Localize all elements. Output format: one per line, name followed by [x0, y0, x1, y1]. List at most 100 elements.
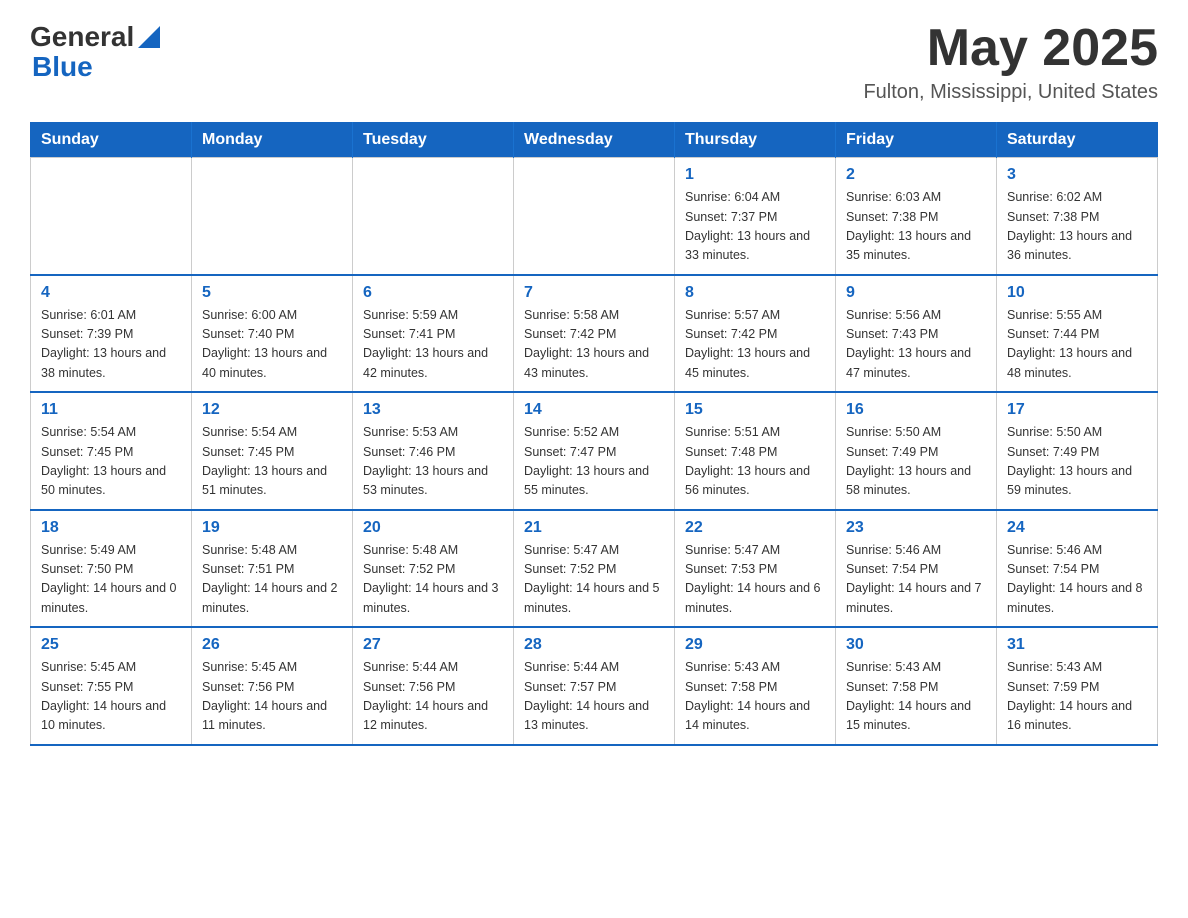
- calendar-cell: 22 Sunrise: 5:47 AM Sunset: 7:53 PM Dayli…: [675, 510, 836, 628]
- day-number: 22: [685, 519, 825, 537]
- day-info: Sunrise: 5:43 AM Sunset: 7:59 PM Dayligh…: [1007, 658, 1147, 736]
- weekday-header-monday: Monday: [192, 123, 353, 158]
- header-right: May 2025 Fulton, Mississippi, United Sta…: [863, 20, 1158, 104]
- day-number: 2: [846, 166, 986, 184]
- day-number: 19: [202, 519, 342, 537]
- day-info: Sunrise: 5:45 AM Sunset: 7:55 PM Dayligh…: [41, 658, 181, 736]
- calendar-cell: 18 Sunrise: 5:49 AM Sunset: 7:50 PM Dayli…: [31, 510, 192, 628]
- calendar-cell: 30 Sunrise: 5:43 AM Sunset: 7:58 PM Dayli…: [836, 627, 997, 745]
- calendar-cell: 17Sunrise: 5:50 AM Sunset: 7:49 PM Dayli…: [997, 392, 1158, 510]
- day-info: Sunrise: 5:50 AM Sunset: 7:49 PM Dayligh…: [846, 423, 986, 501]
- day-info: Sunrise: 5:48 AM Sunset: 7:52 PM Dayligh…: [363, 541, 503, 619]
- day-number: 24: [1007, 519, 1147, 537]
- day-info: Sunrise: 5:48 AM Sunset: 7:51 PM Dayligh…: [202, 541, 342, 619]
- day-info: Sunrise: 5:44 AM Sunset: 7:57 PM Dayligh…: [524, 658, 664, 736]
- calendar-cell: 27 Sunrise: 5:44 AM Sunset: 7:56 PM Dayli…: [353, 627, 514, 745]
- calendar-week-row: 1 Sunrise: 6:04 AM Sunset: 7:37 PM Daylig…: [31, 158, 1158, 275]
- day-number: 30: [846, 636, 986, 654]
- day-number: 10: [1007, 284, 1147, 302]
- day-info: Sunrise: 5:58 AM Sunset: 7:42 PM Dayligh…: [524, 306, 664, 384]
- day-info: Sunrise: 5:50 AM Sunset: 7:49 PM Dayligh…: [1007, 423, 1147, 501]
- day-number: 18: [41, 519, 181, 537]
- day-number: 6: [363, 284, 503, 302]
- day-info: Sunrise: 5:53 AM Sunset: 7:46 PM Dayligh…: [363, 423, 503, 501]
- day-info: Sunrise: 6:04 AM Sunset: 7:37 PM Dayligh…: [685, 188, 825, 266]
- day-info: Sunrise: 6:03 AM Sunset: 7:38 PM Dayligh…: [846, 188, 986, 266]
- day-number: 3: [1007, 166, 1147, 184]
- day-info: Sunrise: 5:54 AM Sunset: 7:45 PM Dayligh…: [41, 423, 181, 501]
- day-number: 29: [685, 636, 825, 654]
- calendar-cell: [31, 158, 192, 275]
- calendar-cell: 28 Sunrise: 5:44 AM Sunset: 7:57 PM Dayli…: [514, 627, 675, 745]
- day-info: Sunrise: 6:01 AM Sunset: 7:39 PM Dayligh…: [41, 306, 181, 384]
- calendar-cell: 9 Sunrise: 5:56 AM Sunset: 7:43 PM Daylig…: [836, 275, 997, 393]
- weekday-header-tuesday: Tuesday: [353, 123, 514, 158]
- calendar-week-row: 11Sunrise: 5:54 AM Sunset: 7:45 PM Dayli…: [31, 392, 1158, 510]
- calendar-cell: 24 Sunrise: 5:46 AM Sunset: 7:54 PM Dayli…: [997, 510, 1158, 628]
- calendar-table: SundayMondayTuesdayWednesdayThursdayFrid…: [30, 122, 1158, 746]
- day-info: Sunrise: 5:44 AM Sunset: 7:56 PM Dayligh…: [363, 658, 503, 736]
- day-info: Sunrise: 5:47 AM Sunset: 7:53 PM Dayligh…: [685, 541, 825, 619]
- calendar-week-row: 4 Sunrise: 6:01 AM Sunset: 7:39 PM Daylig…: [31, 275, 1158, 393]
- day-number: 27: [363, 636, 503, 654]
- calendar-cell: [353, 158, 514, 275]
- day-info: Sunrise: 5:54 AM Sunset: 7:45 PM Dayligh…: [202, 423, 342, 501]
- calendar-week-row: 25 Sunrise: 5:45 AM Sunset: 7:55 PM Dayli…: [31, 627, 1158, 745]
- day-number: 9: [846, 284, 986, 302]
- calendar-cell: 29 Sunrise: 5:43 AM Sunset: 7:58 PM Dayli…: [675, 627, 836, 745]
- calendar-cell: 8 Sunrise: 5:57 AM Sunset: 7:42 PM Daylig…: [675, 275, 836, 393]
- calendar-cell: 1 Sunrise: 6:04 AM Sunset: 7:37 PM Daylig…: [675, 158, 836, 275]
- calendar-cell: 7 Sunrise: 5:58 AM Sunset: 7:42 PM Daylig…: [514, 275, 675, 393]
- day-number: 14: [524, 401, 664, 419]
- calendar-cell: [514, 158, 675, 275]
- day-info: Sunrise: 5:52 AM Sunset: 7:47 PM Dayligh…: [524, 423, 664, 501]
- day-info: Sunrise: 5:47 AM Sunset: 7:52 PM Dayligh…: [524, 541, 664, 619]
- day-number: 4: [41, 284, 181, 302]
- day-info: Sunrise: 6:00 AM Sunset: 7:40 PM Dayligh…: [202, 306, 342, 384]
- day-number: 28: [524, 636, 664, 654]
- day-info: Sunrise: 5:57 AM Sunset: 7:42 PM Dayligh…: [685, 306, 825, 384]
- location-text: Fulton, Mississippi, United States: [863, 81, 1158, 104]
- day-number: 15: [685, 401, 825, 419]
- day-number: 5: [202, 284, 342, 302]
- logo-triangle-icon: [138, 26, 160, 48]
- day-number: 7: [524, 284, 664, 302]
- weekday-header-thursday: Thursday: [675, 123, 836, 158]
- day-info: Sunrise: 5:56 AM Sunset: 7:43 PM Dayligh…: [846, 306, 986, 384]
- calendar-cell: 15Sunrise: 5:51 AM Sunset: 7:48 PM Dayli…: [675, 392, 836, 510]
- calendar-cell: 14 Sunrise: 5:52 AM Sunset: 7:47 PM Dayli…: [514, 392, 675, 510]
- calendar-cell: 12 Sunrise: 5:54 AM Sunset: 7:45 PM Dayli…: [192, 392, 353, 510]
- calendar-cell: 6 Sunrise: 5:59 AM Sunset: 7:41 PM Daylig…: [353, 275, 514, 393]
- day-info: Sunrise: 5:43 AM Sunset: 7:58 PM Dayligh…: [685, 658, 825, 736]
- calendar-cell: 26Sunrise: 5:45 AM Sunset: 7:56 PM Dayli…: [192, 627, 353, 745]
- calendar-cell: 16 Sunrise: 5:50 AM Sunset: 7:49 PM Dayli…: [836, 392, 997, 510]
- page-header: General Blue May 2025 Fulton, Mississipp…: [30, 20, 1158, 104]
- day-info: Sunrise: 5:43 AM Sunset: 7:58 PM Dayligh…: [846, 658, 986, 736]
- day-number: 16: [846, 401, 986, 419]
- calendar-cell: 5 Sunrise: 6:00 AM Sunset: 7:40 PM Daylig…: [192, 275, 353, 393]
- day-number: 8: [685, 284, 825, 302]
- day-number: 25: [41, 636, 181, 654]
- calendar-cell: 3Sunrise: 6:02 AM Sunset: 7:38 PM Daylig…: [997, 158, 1158, 275]
- calendar-cell: 23Sunrise: 5:46 AM Sunset: 7:54 PM Dayli…: [836, 510, 997, 628]
- day-number: 20: [363, 519, 503, 537]
- calendar-cell: [192, 158, 353, 275]
- weekday-header-wednesday: Wednesday: [514, 123, 675, 158]
- day-number: 12: [202, 401, 342, 419]
- calendar-cell: 10Sunrise: 5:55 AM Sunset: 7:44 PM Dayli…: [997, 275, 1158, 393]
- day-info: Sunrise: 5:59 AM Sunset: 7:41 PM Dayligh…: [363, 306, 503, 384]
- day-info: Sunrise: 5:46 AM Sunset: 7:54 PM Dayligh…: [846, 541, 986, 619]
- day-number: 1: [685, 166, 825, 184]
- calendar-cell: 25 Sunrise: 5:45 AM Sunset: 7:55 PM Dayli…: [31, 627, 192, 745]
- calendar-cell: 11Sunrise: 5:54 AM Sunset: 7:45 PM Dayli…: [31, 392, 192, 510]
- calendar-week-row: 18 Sunrise: 5:49 AM Sunset: 7:50 PM Dayli…: [31, 510, 1158, 628]
- weekday-header-sunday: Sunday: [31, 123, 192, 158]
- day-number: 31: [1007, 636, 1147, 654]
- day-info: Sunrise: 5:49 AM Sunset: 7:50 PM Dayligh…: [41, 541, 181, 619]
- logo-general-text: General: [30, 21, 134, 53]
- calendar-cell: 4 Sunrise: 6:01 AM Sunset: 7:39 PM Daylig…: [31, 275, 192, 393]
- day-number: 13: [363, 401, 503, 419]
- day-info: Sunrise: 5:46 AM Sunset: 7:54 PM Dayligh…: [1007, 541, 1147, 619]
- calendar-cell: 13 Sunrise: 5:53 AM Sunset: 7:46 PM Dayli…: [353, 392, 514, 510]
- weekday-header-saturday: Saturday: [997, 123, 1158, 158]
